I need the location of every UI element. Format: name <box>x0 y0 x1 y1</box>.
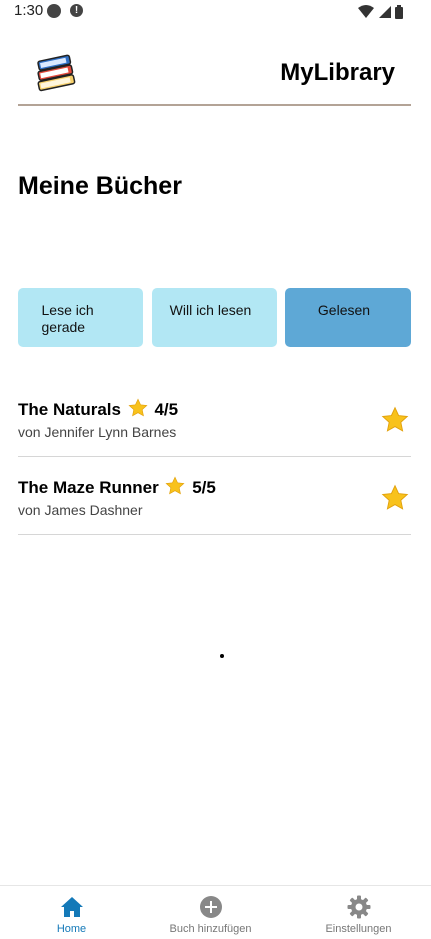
book-title-line: The Naturals 4/5 <box>18 398 178 420</box>
book-author: von Jennifer Lynn Barnes <box>18 424 177 440</box>
notification-icon <box>47 4 61 18</box>
loading-dot <box>220 654 224 658</box>
nav-home[interactable]: Home <box>0 886 143 939</box>
page-title: Meine Bücher <box>18 172 182 200</box>
book-title: The Naturals <box>18 400 121 419</box>
nav-label: Buch hinzufügen <box>169 923 252 935</box>
book-title-line: The Maze Runner 5/5 <box>18 476 216 498</box>
status-time: 1:30 <box>14 2 44 19</box>
tab-currently-reading[interactable]: Lese ich gerade <box>18 288 143 347</box>
nav-label: Home <box>56 923 87 935</box>
book-rating: 4/5 <box>154 400 179 419</box>
alert-icon: ! <box>70 4 83 17</box>
nav-add-book[interactable]: Buch hinzufügen <box>139 886 282 939</box>
wifi-icon <box>358 5 375 19</box>
nav-settings[interactable]: Einstellungen <box>287 886 430 939</box>
status-bar: 1:30 ! <box>0 0 431 22</box>
tab-label: Lese ich gerade <box>41 302 94 335</box>
favorite-star-icon[interactable] <box>381 406 409 434</box>
book-rating: 5/5 <box>192 478 216 497</box>
battery-icon <box>395 4 403 19</box>
shelf-tabs: Lese ich gerade Will ich lesen Gelesen <box>18 288 411 348</box>
app-title: MyLibrary <box>280 59 395 86</box>
book-list: The Naturals 4/5 von Jennifer Lynn Barne… <box>18 380 411 536</box>
favorite-star-icon[interactable] <box>381 484 409 512</box>
tab-label: Gelesen <box>317 302 371 318</box>
home-icon <box>60 897 83 917</box>
add-circle-icon <box>199 896 222 918</box>
nav-label: Einstellungen <box>325 923 392 935</box>
rating-star-icon <box>128 398 148 417</box>
list-item[interactable]: The Naturals 4/5 von Jennifer Lynn Barne… <box>18 380 411 457</box>
rating-star-icon <box>165 476 186 495</box>
signal-icon <box>378 5 391 18</box>
system-icons <box>358 3 403 21</box>
app-header: MyLibrary <box>18 48 411 106</box>
tab-read[interactable]: Gelesen <box>285 288 411 347</box>
gear-icon <box>347 895 370 919</box>
list-item[interactable]: The Maze Runner 5/5 von James Dashner <box>18 458 411 535</box>
tab-want-to-read[interactable]: Will ich lesen <box>152 288 277 347</box>
book-title: The Maze Runner <box>18 478 159 497</box>
tab-label: Will ich lesen <box>169 302 252 318</box>
book-author: von James Dashner <box>18 502 143 518</box>
books-icon <box>37 54 76 92</box>
bottom-nav: Home Buch hinzufügen Einstellungen <box>0 885 431 939</box>
